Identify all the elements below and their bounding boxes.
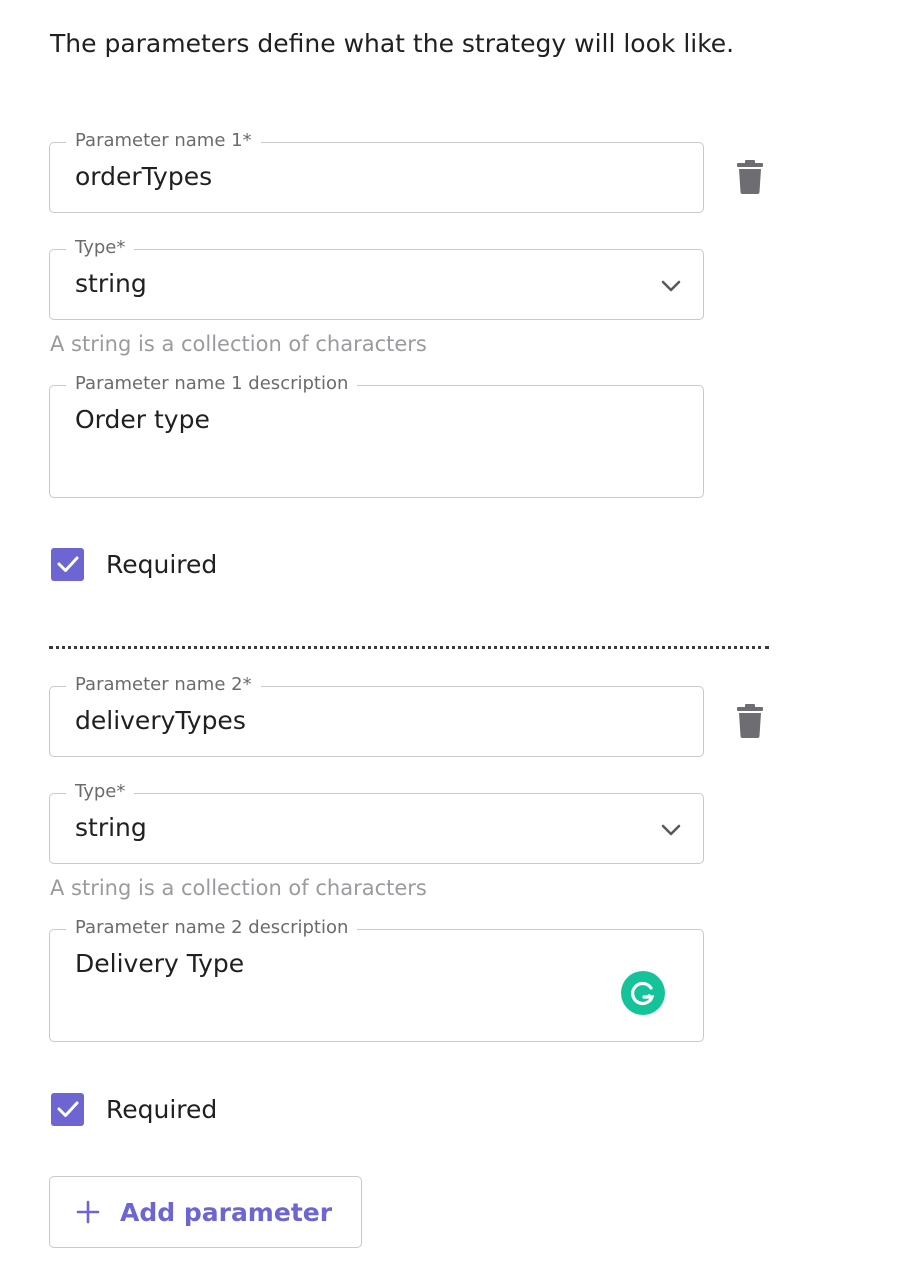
add-parameter-button[interactable]: Add parameter [49, 1176, 362, 1248]
intro-text: The parameters define what the strategy … [50, 29, 735, 58]
delete-parameter-button[interactable] [733, 702, 767, 740]
required-checkbox[interactable] [51, 1092, 84, 1126]
chevron-down-icon [661, 280, 681, 292]
trash-icon [737, 160, 763, 194]
grammarly-icon [631, 981, 655, 1006]
parameter-name-value: orderTypes [75, 162, 213, 191]
parameter-name-label: Parameter name 2* [66, 674, 261, 696]
description-field[interactable]: Parameter name 2 description Delivery Ty… [49, 917, 704, 1042]
type-value: string [75, 269, 147, 298]
description-label: Parameter name 1 description [66, 373, 358, 395]
parameter-name-field[interactable]: Parameter name 2* deliveryTypes [49, 674, 704, 757]
type-value: string [75, 813, 147, 842]
delete-parameter-button[interactable] [733, 158, 767, 196]
required-label: Required [106, 549, 218, 579]
check-icon [57, 1101, 78, 1117]
type-label: Type* [66, 781, 135, 803]
check-icon [57, 556, 78, 572]
add-parameter-label: Add parameter [120, 1197, 333, 1227]
type-select[interactable]: Type* string [49, 237, 704, 320]
description-field[interactable]: Parameter name 1 description Order type [49, 373, 704, 498]
type-helper-text: A string is a collection of characters [50, 332, 427, 356]
type-label: Type* [66, 237, 135, 259]
type-select[interactable]: Type* string [49, 781, 704, 864]
required-label: Required [106, 1094, 218, 1124]
description-label: Parameter name 2 description [66, 917, 358, 939]
required-checkbox[interactable] [51, 547, 84, 581]
required-checkbox-row[interactable]: Required [51, 1092, 217, 1126]
description-value: Delivery Type [75, 949, 245, 978]
parameter-name-label: Parameter name 1* [66, 130, 261, 152]
plus-icon [76, 1200, 100, 1224]
parameter-divider [49, 646, 769, 649]
parameter-name-value: deliveryTypes [75, 706, 246, 735]
trash-icon [737, 704, 763, 738]
description-value: Order type [75, 405, 210, 434]
chevron-down-icon [661, 824, 681, 836]
grammarly-button[interactable] [621, 971, 665, 1015]
parameter-name-field[interactable]: Parameter name 1* orderTypes [49, 130, 704, 213]
type-helper-text: A string is a collection of characters [50, 876, 427, 900]
required-checkbox-row[interactable]: Required [51, 547, 217, 581]
